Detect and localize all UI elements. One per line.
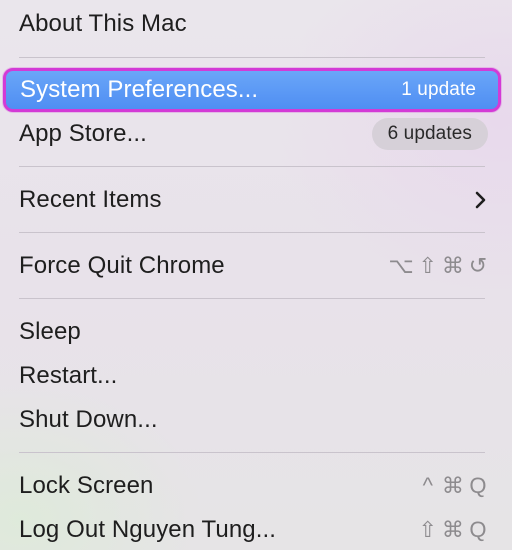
escape-key-icon: ↺ xyxy=(468,253,488,278)
menu-item-label: Force Quit Chrome xyxy=(19,252,225,279)
menu-item-system-preferences[interactable]: System Preferences... 1 update xyxy=(3,68,501,112)
chevron-right-icon xyxy=(474,190,488,210)
command-key-icon: ⌘ xyxy=(441,473,464,498)
menu-item-label: Sleep xyxy=(19,318,81,345)
menu-item-app-store[interactable]: App Store... 6 updates xyxy=(6,114,502,154)
keyboard-shortcut: ⌥ ⇧ ⌘ ↺ xyxy=(388,253,488,279)
apple-menu: About This Mac System Preferences... 1 u… xyxy=(0,0,512,550)
menu-item-label: Recent Items xyxy=(19,186,162,213)
update-badge: 1 update xyxy=(401,79,476,100)
update-badge: 6 updates xyxy=(371,118,488,150)
menu-item-restart[interactable]: Restart... xyxy=(6,356,502,396)
command-key-icon: ⌘ xyxy=(441,517,464,542)
menu-separator xyxy=(19,57,485,58)
keyboard-shortcut: ^ ⌘ Q xyxy=(418,473,488,499)
q-key-icon: Q xyxy=(469,517,487,542)
menu-item-label: Restart... xyxy=(19,362,118,389)
menu-item-label: System Preferences... xyxy=(20,76,259,103)
control-key-icon: ^ xyxy=(422,473,434,498)
shift-key-icon: ⇧ xyxy=(418,253,438,278)
menu-separator xyxy=(19,232,485,233)
menu-item-label: Shut Down... xyxy=(19,406,158,433)
menu-item-lock-screen[interactable]: Lock Screen ^ ⌘ Q xyxy=(6,466,502,506)
menu-item-force-quit[interactable]: Force Quit Chrome ⌥ ⇧ ⌘ ↺ xyxy=(6,246,502,286)
menu-separator xyxy=(19,452,485,453)
menu-item-label: App Store... xyxy=(19,120,147,147)
menu-item-label: About This Mac xyxy=(19,10,187,37)
menu-item-sleep[interactable]: Sleep xyxy=(6,312,502,352)
shift-key-icon: ⇧ xyxy=(418,517,438,542)
menu-item-about-this-mac[interactable]: About This Mac xyxy=(6,4,502,44)
menu-item-recent-items[interactable]: Recent Items xyxy=(6,180,502,220)
menu-item-label: Lock Screen xyxy=(19,472,154,499)
menu-separator xyxy=(19,298,485,299)
option-key-icon: ⌥ xyxy=(388,253,414,278)
keyboard-shortcut: ⇧ ⌘ Q xyxy=(418,517,488,543)
command-key-icon: ⌘ xyxy=(441,253,464,278)
menu-item-log-out[interactable]: Log Out Nguyen Tung... ⇧ ⌘ Q xyxy=(6,510,502,550)
menu-item-shut-down[interactable]: Shut Down... xyxy=(6,400,502,440)
menu-item-label: Log Out Nguyen Tung... xyxy=(19,516,277,543)
menu-separator xyxy=(19,166,485,167)
q-key-icon: Q xyxy=(469,473,487,498)
